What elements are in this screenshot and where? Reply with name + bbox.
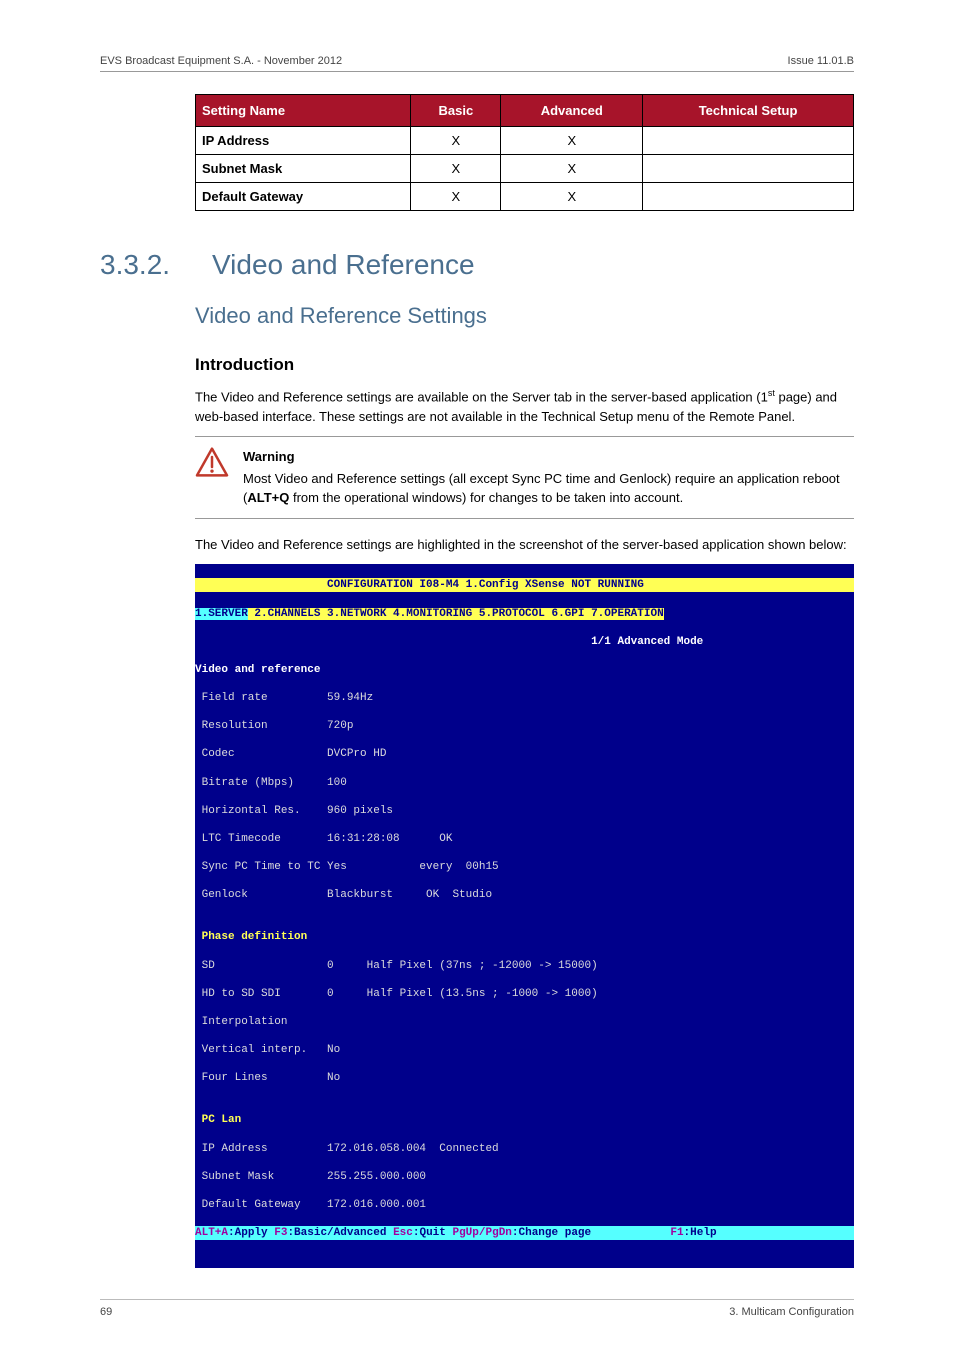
subsection-title: Video and Reference Settings bbox=[195, 303, 854, 329]
terminal-line: Four Lines No bbox=[195, 1071, 854, 1085]
terminal-line: Horizontal Res. 960 pixels bbox=[195, 804, 854, 818]
terminal-line: Sync PC Time to TC Yes every 00h15 bbox=[195, 860, 854, 874]
table-row: Subnet Mask X X bbox=[196, 155, 854, 183]
warning-body: Most Video and Reference settings (all e… bbox=[243, 471, 840, 506]
terminal-line: Codec DVCPro HD bbox=[195, 747, 854, 761]
terminal-line: Genlock Blackburst OK Studio bbox=[195, 888, 854, 902]
terminal-line: SD 0 Half Pixel (37ns ; -12000 -> 15000) bbox=[195, 959, 854, 973]
intro-paragraph: The Video and Reference settings are ava… bbox=[195, 387, 854, 426]
terminal-line: Resolution 720p bbox=[195, 719, 854, 733]
table-row: IP Address X X bbox=[196, 127, 854, 155]
cell-advanced: X bbox=[501, 155, 643, 183]
cell-setting-name: Subnet Mask bbox=[196, 155, 411, 183]
terminal-line: HD to SD SDI 0 Half Pixel (13.5ns ; -100… bbox=[195, 987, 854, 1001]
terminal-line: Subnet Mask 255.255.000.000 bbox=[195, 1170, 854, 1184]
cell-setting-name: Default Gateway bbox=[196, 183, 411, 211]
settings-table: Setting Name Basic Advanced Technical Se… bbox=[195, 94, 854, 211]
header-left: EVS Broadcast Equipment S.A. - November … bbox=[100, 55, 342, 67]
section-title: Video and Reference bbox=[212, 249, 475, 281]
cell-tech bbox=[643, 183, 854, 211]
intro-heading: Introduction bbox=[195, 355, 854, 375]
col-advanced: Advanced bbox=[501, 95, 643, 127]
warning-box: Warning Most Video and Reference setting… bbox=[195, 436, 854, 519]
terminal-line: Interpolation bbox=[195, 1015, 854, 1029]
terminal-section: Phase definition bbox=[195, 931, 307, 943]
terminal-title: CONFIGURATION I08-M4 1.Config XSense NOT… bbox=[195, 578, 854, 592]
cell-advanced: X bbox=[501, 183, 643, 211]
footer-page-number: 69 bbox=[100, 1306, 112, 1318]
terminal-line: Default Gateway 172.016.000.001 bbox=[195, 1198, 854, 1212]
terminal-line: Vertical interp. No bbox=[195, 1043, 854, 1057]
cell-basic: X bbox=[411, 183, 501, 211]
page-footer: 69 3. Multicam Configuration bbox=[100, 1299, 854, 1318]
table-row: Default Gateway X X bbox=[196, 183, 854, 211]
cell-tech bbox=[643, 127, 854, 155]
terminal-line: IP Address 172.016.058.004 Connected bbox=[195, 1142, 854, 1156]
cell-tech bbox=[643, 155, 854, 183]
header-right: Issue 11.01.B bbox=[788, 55, 854, 67]
col-technical-setup: Technical Setup bbox=[643, 95, 854, 127]
terminal-tabs: 2.CHANNELS 3.NETWORK 4.MONITORING 5.PROT… bbox=[248, 608, 664, 620]
terminal-section: PC Lan bbox=[195, 1114, 241, 1126]
terminal-line: Bitrate (Mbps) 100 bbox=[195, 776, 854, 790]
footer-section-title: 3. Multicam Configuration bbox=[729, 1306, 854, 1318]
terminal-line: LTC Timecode 16:31:28:08 OK bbox=[195, 832, 854, 846]
terminal-active-tab: 1.SERVER bbox=[195, 608, 248, 620]
warning-icon bbox=[195, 447, 229, 508]
terminal-footer: ALT+A:Apply F3:Basic/Advanced Esc:Quit P… bbox=[195, 1226, 854, 1240]
screenshot-caption: The Video and Reference settings are hig… bbox=[195, 535, 854, 555]
page-header: EVS Broadcast Equipment S.A. - November … bbox=[100, 55, 854, 72]
section-number: 3.3.2. bbox=[100, 249, 190, 281]
cell-basic: X bbox=[411, 155, 501, 183]
col-basic: Basic bbox=[411, 95, 501, 127]
terminal-mode: 1/1 Advanced Mode bbox=[195, 635, 854, 649]
terminal-screenshot: CONFIGURATION I08-M4 1.Config XSense NOT… bbox=[195, 564, 854, 1268]
cell-basic: X bbox=[411, 127, 501, 155]
cell-advanced: X bbox=[501, 127, 643, 155]
warning-title: Warning bbox=[243, 447, 854, 467]
col-setting-name: Setting Name bbox=[196, 95, 411, 127]
terminal-line: Field rate 59.94Hz bbox=[195, 691, 854, 705]
cell-setting-name: IP Address bbox=[196, 127, 411, 155]
terminal-section: Video and reference bbox=[195, 664, 320, 676]
